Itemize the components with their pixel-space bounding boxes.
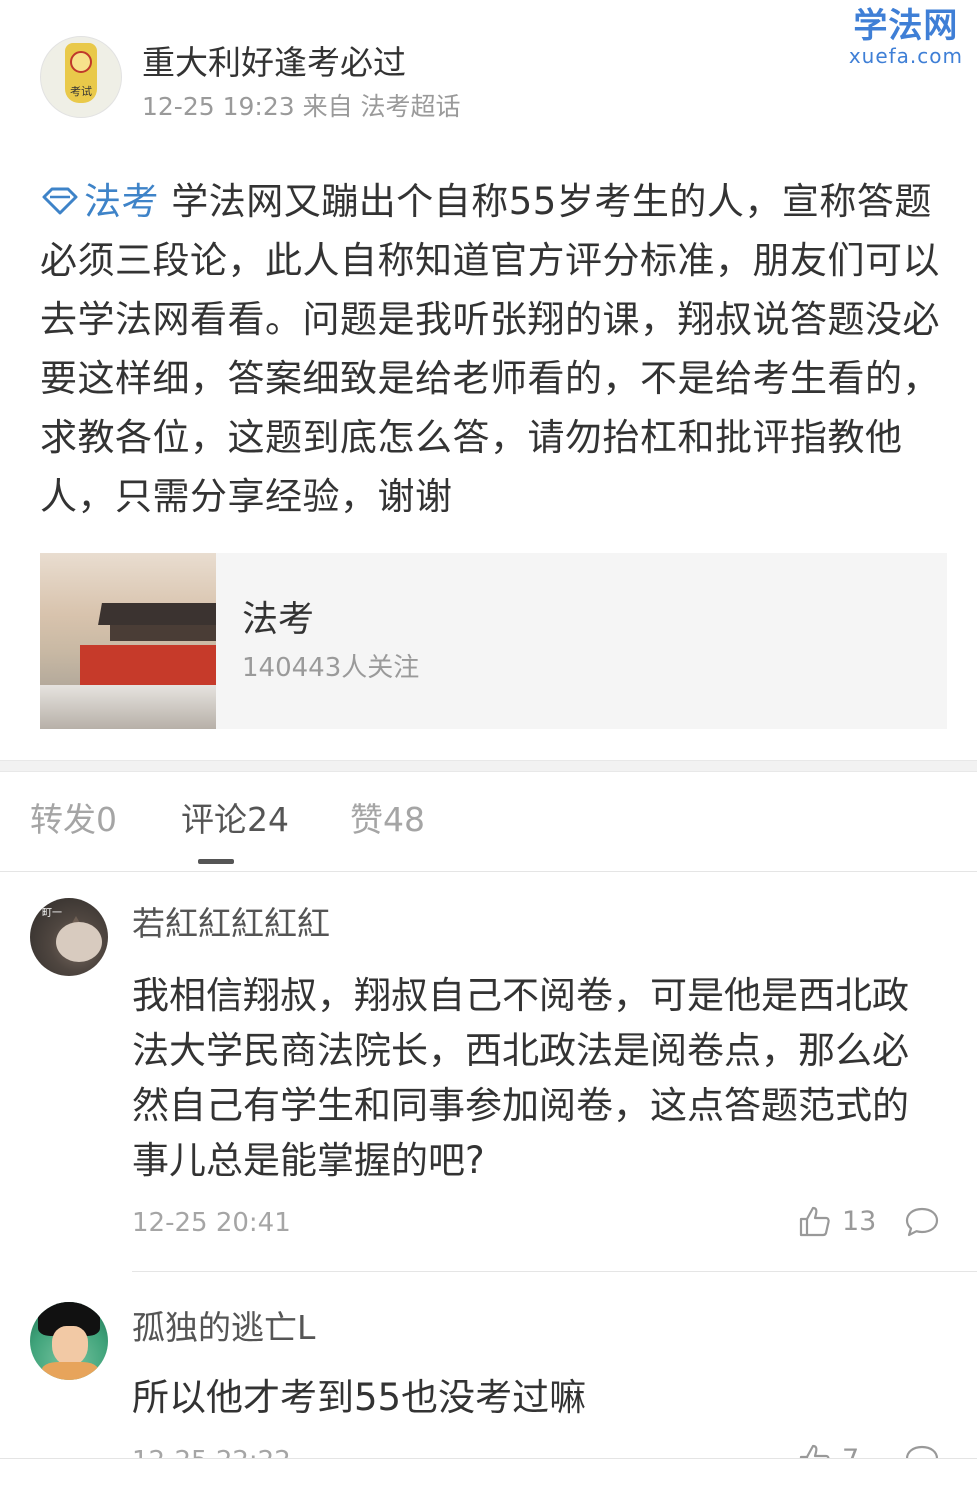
avatar-mark: 町一: [42, 908, 62, 919]
avatar-doll-graphic: 考试: [65, 43, 97, 103]
commenter-name[interactable]: 若紅紅紅紅紅: [132, 902, 330, 946]
commenter-name[interactable]: 孤独的逃亡L: [132, 1306, 315, 1350]
site-watermark: 学法网 xuefa.com: [849, 6, 963, 66]
thumb-red-wall: [80, 645, 216, 689]
avatar-cat-face: [56, 922, 102, 962]
topic-thumbnail: [40, 553, 216, 729]
diamond-topic-icon: [42, 187, 78, 215]
comment-time: 12-25 20:41: [132, 1208, 291, 1238]
thumb-roof-lower: [110, 625, 216, 641]
bottom-bar: [0, 1458, 977, 1500]
watermark-en: xuefa.com: [848, 44, 963, 68]
commenter-avatar[interactable]: 町一: [30, 898, 108, 976]
author-name[interactable]: 重大利好逢考必过: [142, 40, 461, 86]
topic-info: 法考 140443人关注: [242, 596, 419, 686]
author-info: 重大利好逢考必过 12-25 19:23 来自 法考超话: [142, 36, 461, 124]
post-detail-page: 学法网 xuefa.com 考试 重大利好逢考必过 12-25 19:23 来自…: [0, 0, 977, 1500]
topic-link[interactable]: 法考: [40, 180, 159, 223]
topic-followers: 140443人关注: [242, 653, 420, 683]
topic-name: 法考: [242, 599, 315, 640]
comment-bubble-icon: [905, 1207, 939, 1237]
avatar-face: [52, 1326, 88, 1366]
tab-reposts[interactable]: 转发0: [30, 799, 117, 841]
watermark-cn: 学法网: [853, 6, 959, 46]
topic-card[interactable]: 法考 140443人关注: [40, 553, 947, 729]
comment-item: 町一 若紅紅紅紅紅 我相信翔叔，翔叔自己不阅卷，可是他是西北政法大学民商法院长，…: [0, 872, 977, 1272]
avatar-face: [70, 51, 92, 73]
post-header: 考试 重大利好逢考必过 12-25 19:23 来自 法考超话: [40, 36, 461, 124]
tab-likes[interactable]: 赞48: [350, 799, 425, 841]
avatar-text: 考试: [70, 85, 92, 98]
comment-like-button[interactable]: 13: [798, 1204, 876, 1238]
post-text: 学法网又蹦出个自称55岁考生的人，宣称答题必须三段论，此人自称知道官方评分标准，…: [40, 180, 940, 518]
comment-text: 所以他才考到55也没考过嘛: [132, 1376, 587, 1419]
thumbs-up-icon: [799, 1206, 830, 1237]
post-meta: 12-25 19:23 来自 法考超话: [142, 92, 461, 121]
comment-item: 孤独的逃亡L 所以他才考到55也没考过嘛 12-25 22:22 7: [0, 1272, 977, 1476]
comment-text: 我相信翔叔，翔叔自己不阅卷，可是他是西北政法大学民商法院长，西北政法是阅卷点，那…: [132, 974, 909, 1182]
thumb-roof: [98, 603, 216, 625]
tab-comments[interactable]: 评论24: [181, 799, 289, 841]
interaction-tabs: 转发0 评论24 赞48: [0, 771, 977, 872]
thumb-snow: [40, 685, 216, 729]
post-body: 法考 学法网又蹦出个自称55岁考生的人，宣称答题必须三段论，此人自称知道官方评分…: [40, 172, 945, 526]
author-avatar[interactable]: 考试: [40, 36, 122, 118]
commenter-avatar[interactable]: [30, 1302, 108, 1380]
active-tab-indicator: [198, 859, 234, 864]
comment-reply-button[interactable]: [904, 1206, 940, 1242]
avatar-body: [42, 1362, 98, 1380]
topic-tag: 法考: [84, 180, 159, 223]
like-count: 13: [842, 1205, 877, 1237]
